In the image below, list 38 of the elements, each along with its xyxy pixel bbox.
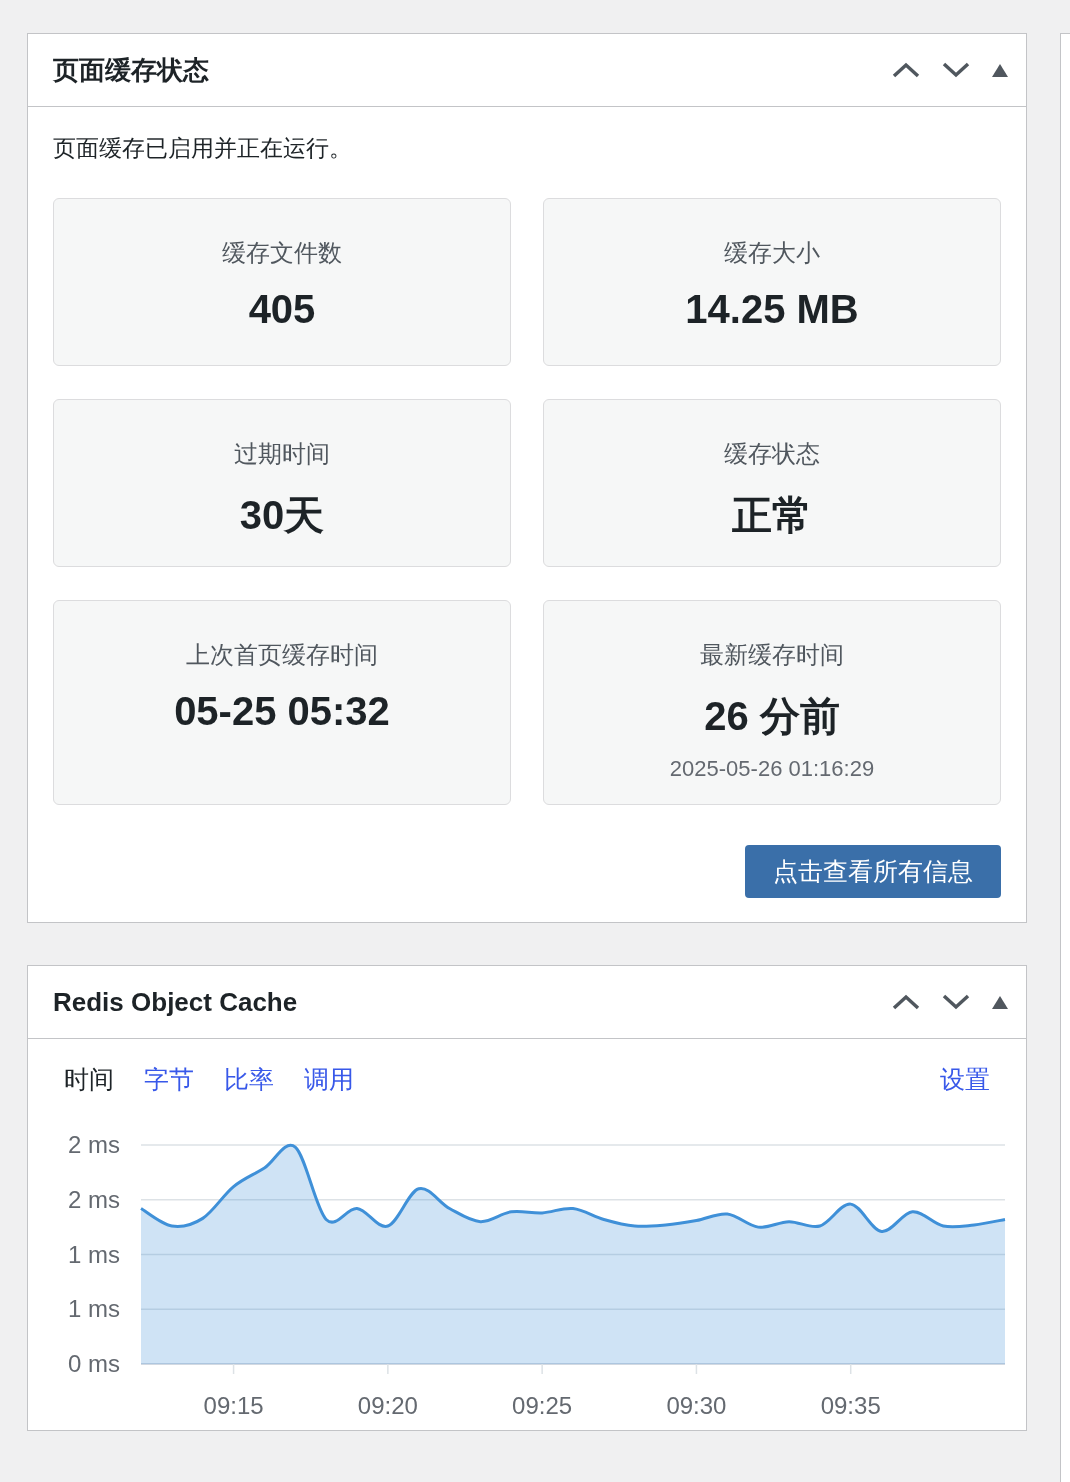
chevron-up-icon — [892, 61, 920, 79]
chevron-down-icon — [942, 61, 970, 79]
y-tick-label: 1 ms — [68, 1295, 120, 1323]
stat-value: 26 分前 — [704, 693, 840, 740]
y-tick-label: 0 ms — [68, 1350, 120, 1377]
chevron-up-icon — [892, 993, 920, 1011]
status-text: 页面缓存已启用并正在运行。 — [53, 134, 353, 163]
stat-label: 过期时间 — [234, 439, 330, 469]
view-all-button[interactable]: 点击查看所有信息 — [745, 845, 1001, 898]
y-tick-label: 2 ms — [68, 1185, 120, 1213]
stat-detail: 2025-05-26 01:16:29 — [669, 756, 875, 782]
y-tick-label: 2 ms — [68, 1131, 120, 1158]
y-tick-label: 1 ms — [68, 1240, 120, 1268]
chart-tab[interactable]: 时间 — [64, 1063, 114, 1096]
stat-value: 正常 — [732, 492, 812, 539]
triangle-up-icon — [992, 995, 1008, 1009]
stat-label: 缓存文件数 — [222, 238, 342, 268]
chart-tab[interactable]: 调用 — [304, 1063, 354, 1096]
stat-value: 30天 — [239, 492, 325, 539]
chart-tab[interactable]: 比率 — [224, 1063, 274, 1096]
stat-label: 上次首页缓存时间 — [186, 640, 378, 670]
panel-title: 页面缓存状态 — [53, 53, 209, 87]
stat-label: 缓存大小 — [724, 238, 820, 268]
x-tick-label: 09:25 — [512, 1392, 573, 1419]
chart-tab[interactable]: 字节 — [144, 1063, 194, 1096]
settings-link[interactable]: 设置 — [940, 1063, 990, 1096]
stat-label: 缓存状态 — [724, 439, 820, 469]
x-tick-label: 09:20 — [357, 1392, 418, 1419]
x-tick-label: 09:15 — [203, 1392, 264, 1419]
stat-label: 最新缓存时间 — [700, 640, 844, 670]
x-tick-label: 09:35 — [820, 1392, 881, 1419]
panel-title: Redis Object Cache — [53, 986, 298, 1018]
stat-value: 405 — [248, 287, 316, 332]
triangle-up-icon — [992, 63, 1008, 77]
x-tick-label: 09:30 — [666, 1392, 727, 1419]
chevron-down-icon — [942, 993, 970, 1011]
stat-value: 05-25 05:32 — [174, 689, 390, 734]
stat-value: 14.25 MB — [685, 287, 859, 332]
